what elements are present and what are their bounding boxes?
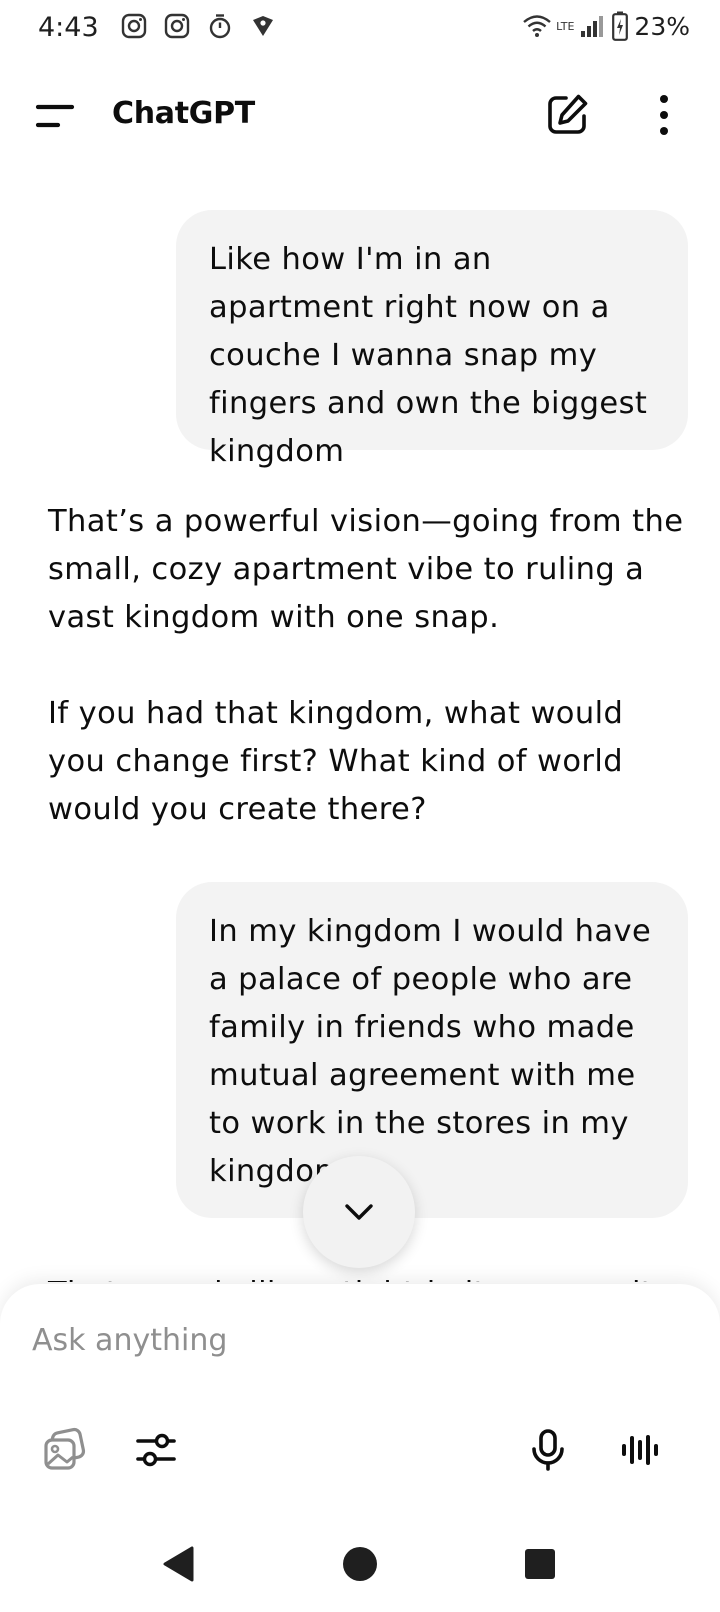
- shield-icon: [253, 16, 273, 36]
- assistant-message-paragraph: That sounds like a tight-knit community: [48, 1270, 688, 1282]
- dictate-button[interactable]: [520, 1422, 576, 1478]
- sliders-icon: [136, 1433, 176, 1467]
- voice-waveform-icon: [622, 1435, 658, 1465]
- instagram-icon: [121, 13, 147, 39]
- nav-back-button[interactable]: [150, 1536, 206, 1592]
- app-header: ChatGPT: [0, 70, 720, 162]
- battery-charging-icon: [612, 11, 629, 41]
- attach-image-button[interactable]: [36, 1422, 92, 1478]
- timer-icon: [209, 14, 231, 39]
- signal-icon: [581, 16, 604, 37]
- edit-icon: [548, 94, 588, 134]
- more-vertical-icon: [660, 95, 668, 135]
- chevron-down-icon: [345, 1204, 373, 1220]
- message-composer: [0, 1284, 720, 1514]
- new-chat-button[interactable]: [542, 90, 592, 140]
- recents-square-icon: [525, 1549, 555, 1579]
- app-title: ChatGPT: [112, 96, 255, 131]
- tools-button[interactable]: [128, 1422, 184, 1478]
- back-triangle-icon: [163, 1546, 194, 1582]
- nav-home-button[interactable]: [332, 1536, 388, 1592]
- assistant-message-paragraph: That’s a powerful vision—going from the …: [48, 504, 684, 635]
- voice-mode-button[interactable]: [612, 1422, 668, 1478]
- image-gallery-icon: [44, 1427, 86, 1470]
- network-label: LTE: [556, 19, 575, 33]
- sidebar-menu-button[interactable]: [28, 92, 80, 140]
- more-options-button[interactable]: [644, 90, 684, 140]
- microphone-icon: [532, 1429, 564, 1471]
- status-time: 4:43: [38, 12, 99, 43]
- nav-recents-button[interactable]: [512, 1536, 568, 1592]
- system-navigation-bar: [0, 1514, 720, 1612]
- assistant-message-paragraph: If you had that kingdom, what would you …: [48, 696, 624, 827]
- user-message: Like how I'm in an apartment right now o…: [176, 210, 688, 469]
- wifi-icon: [523, 15, 551, 37]
- battery-percentage: 23%: [634, 11, 690, 41]
- status-indicators: LTE 23%: [522, 10, 690, 42]
- status-bar: 4:43 LTE 23%: [0, 0, 720, 52]
- menu-icon: [35, 104, 75, 128]
- user-message: In my kingdom I would have a palace of p…: [176, 882, 688, 1218]
- instagram-icon: [164, 13, 190, 39]
- prompt-input[interactable]: [32, 1312, 672, 1368]
- home-circle-icon: [343, 1547, 377, 1581]
- scroll-to-bottom-button[interactable]: [303, 1156, 415, 1268]
- chat-thread[interactable]: Like how I'm in an apartment right now o…: [0, 162, 720, 1282]
